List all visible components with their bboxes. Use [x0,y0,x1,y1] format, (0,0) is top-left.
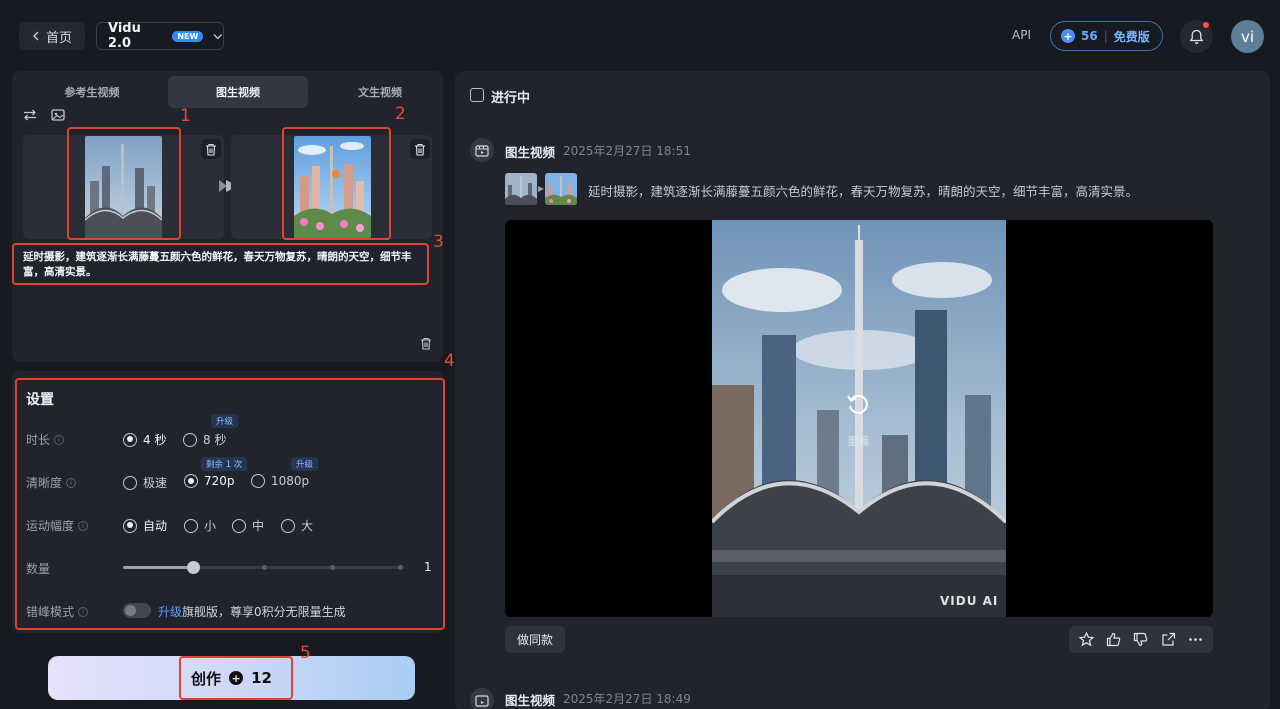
more-button[interactable] [1185,630,1205,650]
dislike-button[interactable] [1131,630,1151,650]
favorite-button[interactable] [1077,630,1097,650]
trash-icon [415,143,425,156]
share-icon [1162,632,1175,646]
thumbs-up-icon [1107,632,1121,647]
plus-circle-icon: + [1061,29,1075,43]
replay-button[interactable]: 重播 [845,391,871,449]
divider: | [1103,29,1108,43]
task-timestamp: 2025年2月27日 18:51 [563,144,691,158]
annotation-number-4: 4 [444,351,455,371]
api-link[interactable]: API [1012,28,1031,42]
replay-label: 重播 [847,435,869,448]
more-icon [1189,638,1202,641]
notification-dot [1203,22,1209,28]
task-last-frame-thumbnail[interactable] [545,173,577,205]
video-action-bar [1069,626,1213,653]
swap-icon[interactable] [23,109,37,121]
image-ratio-icon[interactable] [51,109,65,121]
clear-prompt-button[interactable] [416,333,436,353]
image-video-icon [475,144,489,157]
annotation-number-5: 5 [300,643,311,663]
chevron-left-icon [32,31,39,41]
tab-text-to-video[interactable]: 文生视频 [310,76,450,108]
next-task-type-label: 图生视频 [505,693,556,708]
delete-first-frame-button[interactable] [201,139,221,159]
video-watermark: VIDU AI [940,594,999,608]
new-badge: NEW [172,30,204,42]
replay-icon [847,394,868,414]
chevron-down-icon [213,33,223,39]
credit-count: 56 [1081,29,1098,43]
trash-icon [421,337,431,350]
task-prompt: 延时摄影，建筑逐渐长满藤蔓五颜六色的鲜花，春天万物复苏，晴朗的天空，细节丰富，高… [588,184,1139,199]
in-progress-checkbox[interactable] [470,88,484,102]
annotation-box-4 [15,378,445,630]
annotation-box-3 [12,243,429,285]
annotation-number-1: 1 [180,106,191,126]
notification-button[interactable] [1180,20,1213,53]
share-button[interactable] [1158,630,1178,650]
annotation-box-2 [282,127,391,240]
model-name: Vidu 2.0 [108,21,141,51]
tab-reference-video[interactable]: 参考生视频 [22,76,162,108]
frame-arrow-icon [538,186,544,192]
star-icon [1079,632,1095,647]
in-progress-label: 进行中 [491,91,531,106]
like-button[interactable] [1104,630,1124,650]
task-type-label: 图生视频 [505,145,556,160]
make-same-button[interactable]: 做同款 [505,626,565,653]
annotation-number-2: 2 [395,104,406,124]
credits-badge[interactable]: + 56 | 免费版 [1050,21,1163,51]
home-button[interactable]: 首页 [19,22,85,50]
task-first-frame-thumbnail[interactable] [505,173,537,205]
task-type-icon [470,688,494,709]
thumbs-down-icon [1134,632,1148,647]
delete-last-frame-button[interactable] [410,139,430,159]
image-video-icon [475,694,489,707]
trash-icon [206,143,216,156]
annotation-box-1 [67,127,181,240]
bell-icon [1189,29,1204,44]
annotation-box-5 [179,656,293,700]
task-type-icon [470,138,494,162]
plan-label: 免费版 [1113,29,1150,44]
next-task-timestamp: 2025年2月27日 18:49 [563,692,691,706]
top-header: 首页 Vidu 2.0 NEW API + 56 | 免费版 vi [0,0,1280,72]
annotation-number-3: 3 [433,232,444,252]
mode-tabs: 参考生视频 图生视频 文生视频 [22,76,442,108]
model-selector[interactable]: Vidu 2.0 NEW [96,21,224,51]
user-avatar[interactable]: vi [1231,20,1264,53]
tab-image-to-video[interactable]: 图生视频 [168,76,308,108]
home-label: 首页 [45,30,72,46]
